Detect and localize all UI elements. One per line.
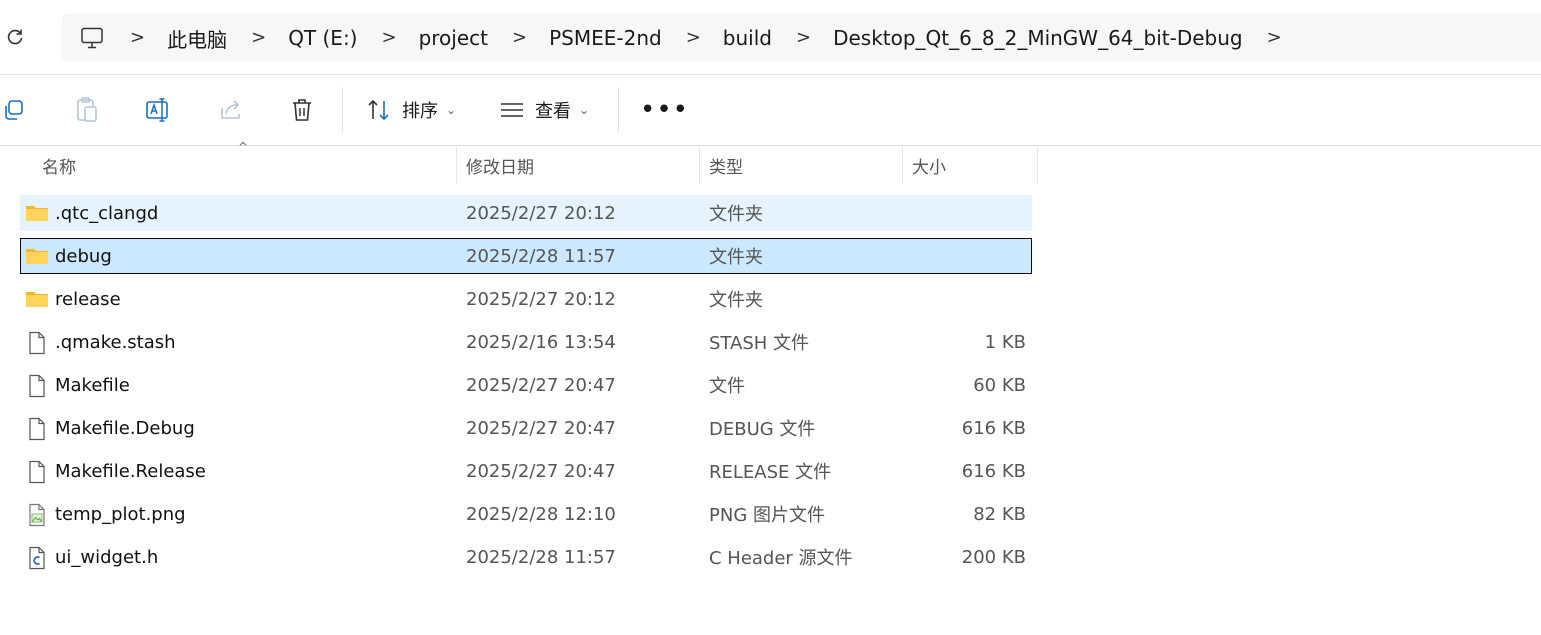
file-size: 200 KB: [961, 546, 1026, 568]
file-size: 1 KB: [984, 331, 1026, 353]
chevron-right-icon[interactable]: >: [381, 29, 396, 47]
copy-icon[interactable]: [2, 95, 26, 125]
chevron-right-icon[interactable]: >: [512, 29, 527, 47]
column-divider[interactable]: [1037, 146, 1038, 184]
file-size: 616 KB: [961, 417, 1026, 439]
sort-icon: [366, 98, 392, 122]
refresh-icon[interactable]: [4, 26, 26, 48]
breadcrumb-project[interactable]: project: [419, 26, 488, 50]
file-icon: [25, 460, 49, 484]
chevron-down-icon: ⌄: [579, 103, 590, 117]
delete-icon[interactable]: [289, 95, 315, 125]
sort-button[interactable]: 排序 ⌄: [366, 95, 456, 125]
file-type: 文件夹: [709, 247, 763, 268]
file-type: 文件: [709, 376, 745, 397]
file-date: 2025/2/27 20:12: [466, 202, 616, 224]
sort-ascending-icon: ^: [238, 140, 249, 154]
file-date: 2025/2/28 11:57: [466, 546, 616, 568]
chevron-right-icon[interactable]: >: [1267, 29, 1282, 47]
file-row[interactable]: .qmake.stash 2025/2/16 13:54 STASH 文件 1 …: [20, 324, 1032, 360]
file-date: 2025/2/28 11:57: [466, 245, 616, 267]
computer-icon[interactable]: [78, 24, 106, 52]
chevron-right-icon[interactable]: >: [686, 29, 701, 47]
file-name: .qtc_clangd: [55, 202, 159, 224]
column-divider[interactable]: [456, 146, 457, 184]
file-row[interactable]: Makefile.Release 2025/2/27 20:47 RELEASE…: [20, 453, 1032, 489]
file-date: 2025/2/27 20:47: [466, 374, 616, 396]
breadcrumb[interactable]: > 此电脑 > QT (E:) > project > PSMEE-2nd > …: [62, 14, 1541, 62]
file-row[interactable]: Makefile.Debug 2025/2/27 20:47 DEBUG 文件 …: [20, 410, 1032, 446]
file-name: Makefile.Release: [55, 460, 206, 482]
address-bar: > 此电脑 > QT (E:) > project > PSMEE-2nd > …: [0, 0, 1541, 75]
folder-icon: [25, 202, 49, 224]
file-icon: [25, 374, 49, 398]
view-label: 查看: [535, 101, 571, 122]
file-date: 2025/2/28 12:10: [466, 503, 616, 525]
file-icon: [25, 417, 49, 441]
column-header-date[interactable]: 修改日期: [466, 146, 534, 184]
file-type: PNG 图片文件: [709, 505, 825, 526]
file-name: debug: [55, 245, 112, 267]
column-header-type[interactable]: 类型: [709, 146, 743, 184]
sort-label: 排序: [402, 101, 438, 122]
rename-icon[interactable]: [144, 95, 172, 125]
c-header-file-icon: [25, 546, 49, 570]
file-icon: [25, 331, 49, 355]
chevron-right-icon[interactable]: >: [251, 29, 266, 47]
file-name: temp_plot.png: [55, 503, 186, 525]
file-row[interactable]: temp_plot.png 2025/2/28 12:10 PNG 图片文件 8…: [20, 496, 1032, 532]
file-date: 2025/2/27 20:47: [466, 417, 616, 439]
file-type: C Header 源文件: [709, 548, 853, 569]
file-row-selected[interactable]: debug 2025/2/28 11:57 文件夹: [20, 238, 1032, 274]
file-date: 2025/2/27 20:47: [466, 460, 616, 482]
chevron-right-icon[interactable]: >: [796, 29, 811, 47]
file-name: .qmake.stash: [55, 331, 176, 353]
file-name: Makefile.Debug: [55, 417, 195, 439]
file-type: 文件夹: [709, 290, 763, 311]
view-button[interactable]: 查看 ⌄: [499, 95, 589, 125]
file-row[interactable]: release 2025/2/27 20:12 文件夹: [20, 281, 1032, 317]
file-name: ui_widget.h: [55, 546, 159, 568]
column-header-size[interactable]: 大小: [912, 146, 946, 184]
folder-icon: [25, 288, 49, 310]
breadcrumb-this-pc[interactable]: 此电脑: [167, 24, 227, 53]
file-row[interactable]: ui_widget.h 2025/2/28 11:57 C Header 源文件…: [20, 539, 1032, 575]
file-row[interactable]: .qtc_clangd 2025/2/27 20:12 文件夹: [20, 195, 1032, 231]
file-name: Makefile: [55, 374, 130, 396]
breadcrumb-drive[interactable]: QT (E:): [288, 26, 357, 50]
breadcrumb-current-folder[interactable]: Desktop_Qt_6_8_2_MinGW_64_bit-Debug: [833, 26, 1243, 50]
more-icon: •••: [640, 95, 690, 125]
paste-icon[interactable]: [74, 95, 100, 125]
file-type: 文件夹: [709, 204, 763, 225]
file-type: DEBUG 文件: [709, 419, 816, 440]
file-name: release: [55, 288, 121, 310]
column-divider[interactable]: [902, 146, 903, 184]
chevron-right-icon[interactable]: >: [130, 29, 145, 47]
file-date: 2025/2/27 20:12: [466, 288, 616, 310]
toolbar-divider: [342, 87, 343, 133]
folder-icon: [25, 245, 49, 267]
share-icon[interactable]: [218, 95, 244, 125]
chevron-down-icon: ⌄: [446, 103, 457, 117]
file-type: RELEASE 文件: [709, 462, 832, 483]
column-divider[interactable]: [699, 146, 700, 184]
breadcrumb-psmee[interactable]: PSMEE-2nd: [549, 26, 662, 50]
more-options-button[interactable]: •••: [640, 95, 689, 125]
file-type: STASH 文件: [709, 333, 810, 354]
command-bar: 排序 ⌄ 查看 ⌄ •••: [0, 75, 1541, 146]
file-row[interactable]: Makefile 2025/2/27 20:47 文件 60 KB: [20, 367, 1032, 403]
file-size: 616 KB: [961, 460, 1026, 482]
file-size: 60 KB: [973, 374, 1026, 396]
file-date: 2025/2/16 13:54: [466, 331, 616, 353]
image-file-icon: [25, 503, 49, 527]
column-header-name[interactable]: 名称: [42, 146, 76, 184]
toolbar-divider: [618, 87, 619, 133]
breadcrumb-build[interactable]: build: [723, 26, 772, 50]
file-size: 82 KB: [973, 503, 1026, 525]
view-icon: [499, 100, 525, 120]
